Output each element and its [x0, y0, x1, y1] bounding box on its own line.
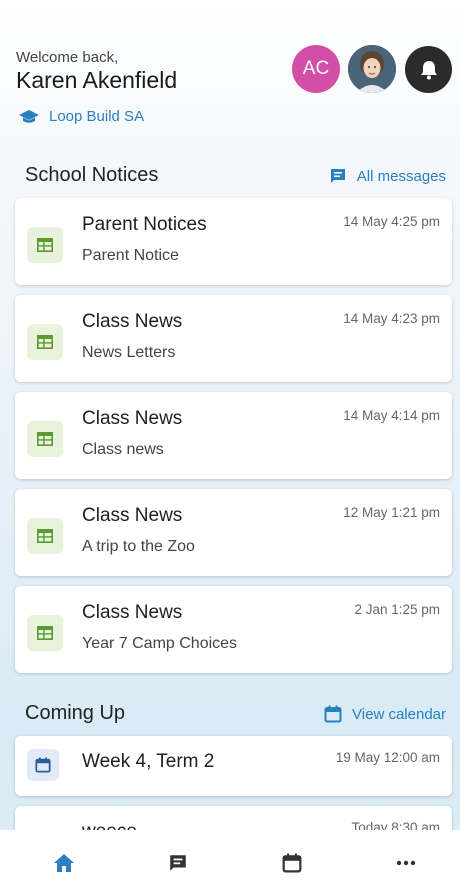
notice-time: 14 May 4:14 pm: [343, 408, 440, 423]
notice-icon-box: [27, 421, 63, 457]
notice-subtitle: Year 7 Camp Choices: [82, 635, 238, 652]
notice-card[interactable]: Parent Notices Parent Notice 14 May 4:25…: [15, 198, 452, 285]
notice-subtitle: Parent Notice: [82, 247, 179, 264]
notice-title: Class News: [82, 408, 183, 429]
table-icon: [37, 626, 53, 640]
notice-subtitle: Class news: [82, 441, 164, 458]
school-name: Loop Build SA: [49, 108, 145, 125]
event-title: Week 4, Term 2: [82, 751, 215, 772]
notice-title: Class News: [82, 311, 183, 332]
notice-subtitle: News Letters: [82, 344, 176, 361]
section-title: School Notices: [25, 164, 159, 186]
all-messages-label: All messages: [356, 167, 446, 185]
notice-card[interactable]: Class News News Letters 14 May 4:23 pm: [15, 295, 452, 382]
welcome-text: Welcome back,: [16, 49, 119, 66]
nav-calendar[interactable]: [278, 850, 306, 876]
avatar-photo[interactable]: [348, 45, 396, 93]
notice-title: Class News: [82, 505, 183, 526]
graduation-cap-icon: [19, 109, 39, 123]
chat-icon: [330, 169, 345, 183]
view-calendar-link[interactable]: View calendar: [324, 705, 446, 723]
section-title: Coming Up: [25, 702, 126, 724]
event-icon-box: [27, 749, 59, 781]
notice-title: Parent Notices: [82, 214, 207, 235]
coming-up-header: Coming Up View calendar: [0, 702, 460, 732]
notice-card[interactable]: Class News Year 7 Camp Choices 2 Jan 1:2…: [15, 586, 452, 673]
bell-icon: [420, 60, 437, 79]
notice-time: 2 Jan 1:25 pm: [354, 602, 440, 617]
notice-card[interactable]: Class News Class news 14 May 4:14 pm: [15, 392, 452, 479]
nav-home[interactable]: [50, 850, 78, 876]
more-icon: [396, 860, 416, 866]
table-icon: [37, 529, 53, 543]
user-name: Karen Akenfield: [16, 67, 178, 93]
nav-more[interactable]: [392, 850, 420, 876]
bottom-nav: [0, 830, 460, 890]
school-link[interactable]: Loop Build SA: [18, 108, 144, 125]
notice-icon-box: [27, 615, 63, 651]
table-icon: [37, 335, 53, 349]
calendar-icon: [282, 853, 302, 873]
notices-header: School Notices All messages: [0, 164, 460, 194]
notice-icon-box: [27, 227, 63, 263]
nav-messages[interactable]: [164, 850, 192, 876]
notice-time: 14 May 4:23 pm: [343, 311, 440, 326]
event-time: 19 May 12:00 am: [335, 750, 440, 765]
table-icon: [37, 432, 53, 446]
notifications-button[interactable]: [405, 46, 452, 93]
notice-icon-box: [27, 518, 63, 554]
view-calendar-label: View calendar: [352, 705, 446, 723]
notice-time: 14 May 4:25 pm: [343, 214, 440, 229]
notice-subtitle: A trip to the Zoo: [82, 538, 195, 555]
calendar-icon: [35, 757, 51, 773]
calendar-icon: [324, 705, 342, 723]
event-card[interactable]: Week 4, Term 2 19 May 12:00 am: [15, 736, 452, 796]
chat-icon: [170, 855, 186, 871]
notice-icon-box: [27, 324, 63, 360]
all-messages-link[interactable]: All messages: [329, 167, 446, 185]
profile-photo-icon: [348, 45, 396, 93]
table-icon: [37, 238, 53, 252]
notice-time: 12 May 1:21 pm: [343, 505, 440, 520]
notice-card[interactable]: Class News A trip to the Zoo 12 May 1:21…: [15, 489, 452, 576]
home-icon: [54, 854, 74, 872]
header: Welcome back, Karen Akenfield Loop Build…: [0, 0, 460, 140]
notice-title: Class News: [82, 602, 183, 623]
avatar-initials[interactable]: AC: [292, 45, 340, 93]
